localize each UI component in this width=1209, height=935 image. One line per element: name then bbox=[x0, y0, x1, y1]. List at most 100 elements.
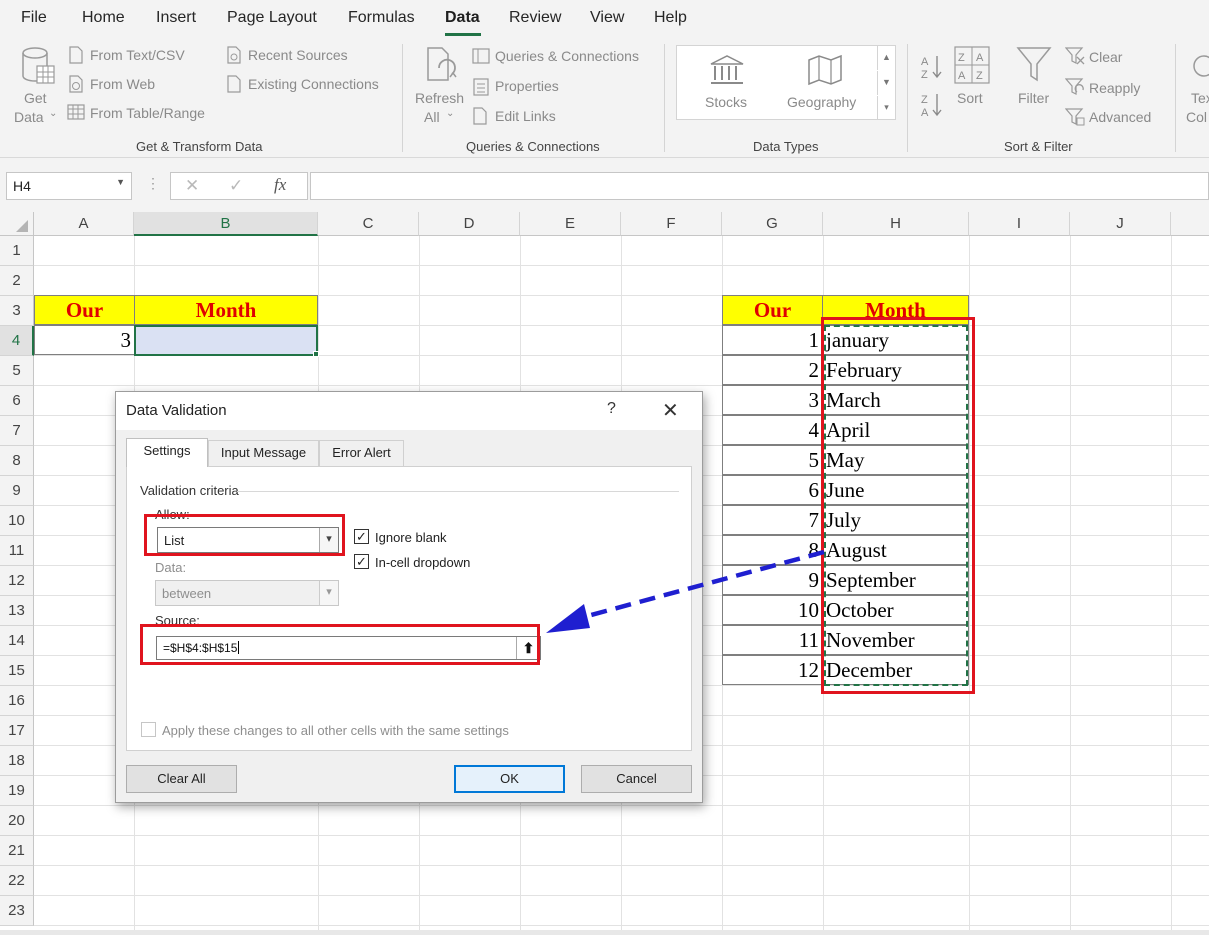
cell-a4-our[interactable]: 3 bbox=[34, 325, 135, 355]
cell-b4-selected[interactable] bbox=[134, 325, 318, 356]
row-header-13[interactable]: 13 bbox=[0, 596, 34, 626]
row-header-20[interactable]: 20 bbox=[0, 806, 34, 836]
column-header-d[interactable]: D bbox=[419, 212, 520, 236]
row-header-3[interactable]: 3 bbox=[0, 296, 34, 326]
annotation-highlight-source bbox=[140, 624, 540, 665]
from-table-range-button[interactable]: From Table/Range bbox=[90, 105, 205, 121]
help-icon[interactable]: ? bbox=[607, 400, 616, 418]
row-header-23[interactable]: 23 bbox=[0, 896, 34, 926]
from-text-csv-button[interactable]: From Text/CSV bbox=[90, 47, 185, 63]
table-row-our[interactable]: 6 bbox=[722, 475, 823, 505]
in-cell-dropdown-label: In-cell dropdown bbox=[375, 555, 471, 570]
row-header-7[interactable]: 7 bbox=[0, 416, 34, 446]
tab-error-alert[interactable]: Error Alert bbox=[319, 440, 404, 466]
row-header-4[interactable]: 4 bbox=[0, 326, 34, 356]
row-header-1[interactable]: 1 bbox=[0, 236, 34, 266]
select-all-corner[interactable] bbox=[0, 212, 34, 236]
filter-icon bbox=[1016, 47, 1052, 82]
recent-icon bbox=[227, 46, 241, 64]
clear-all-button[interactable]: Clear All bbox=[126, 765, 237, 793]
menu-review[interactable]: Review bbox=[509, 9, 561, 27]
properties-icon bbox=[473, 78, 489, 96]
clear-filter-button[interactable]: Clear bbox=[1089, 49, 1122, 65]
dialog-titlebar[interactable]: Data Validation ? ✕ bbox=[116, 392, 702, 430]
existing-connections-button[interactable]: Existing Connections bbox=[248, 76, 379, 92]
table-row-our[interactable]: 1 bbox=[722, 325, 823, 355]
column-header-b[interactable]: B bbox=[134, 212, 318, 236]
row-header-11[interactable]: 11 bbox=[0, 536, 34, 566]
menu-insert[interactable]: Insert bbox=[156, 9, 196, 27]
reapply-button[interactable]: Reapply bbox=[1089, 80, 1140, 96]
row-header-16[interactable]: 16 bbox=[0, 686, 34, 716]
table-row-our[interactable]: 2 bbox=[722, 355, 823, 385]
splitter-grip-icon[interactable]: ⋮ bbox=[146, 175, 160, 192]
enter-icon[interactable]: ✓ bbox=[229, 176, 243, 196]
ignore-blank-checkbox[interactable]: ✓ bbox=[354, 529, 369, 544]
row-header-12[interactable]: 12 bbox=[0, 566, 34, 596]
refresh-label-1: Refresh bbox=[415, 90, 465, 106]
row-header-9[interactable]: 9 bbox=[0, 476, 34, 506]
fill-handle[interactable] bbox=[313, 351, 319, 357]
tab-input-message[interactable]: Input Message bbox=[208, 440, 319, 466]
row-header-21[interactable]: 21 bbox=[0, 836, 34, 866]
queries-connections-button[interactable]: Queries & Connections bbox=[495, 48, 639, 64]
sort-az-icon[interactable]: A Z bbox=[920, 54, 944, 80]
apply-all-checkbox[interactable] bbox=[141, 722, 156, 737]
row-header-8[interactable]: 8 bbox=[0, 446, 34, 476]
column-header-i[interactable]: I bbox=[969, 212, 1070, 236]
menu-help[interactable]: Help bbox=[654, 9, 687, 27]
column-header-a[interactable]: A bbox=[34, 212, 134, 236]
cell-a3-header-our[interactable]: Our bbox=[34, 295, 135, 325]
in-cell-dropdown-checkbox[interactable]: ✓ bbox=[354, 554, 369, 569]
row-header-10[interactable]: 10 bbox=[0, 506, 34, 536]
properties-button[interactable]: Properties bbox=[495, 78, 559, 94]
cancel-icon[interactable]: ✕ bbox=[185, 176, 199, 196]
row-header-5[interactable]: 5 bbox=[0, 356, 34, 386]
table-row-our[interactable]: 3 bbox=[722, 385, 823, 415]
row-header-2[interactable]: 2 bbox=[0, 266, 34, 296]
column-header-h[interactable]: H bbox=[823, 212, 969, 236]
menu-page-layout[interactable]: Page Layout bbox=[227, 9, 317, 27]
table-row-our[interactable]: 5 bbox=[722, 445, 823, 475]
column-header-f[interactable]: F bbox=[621, 212, 722, 236]
chevron-down-icon[interactable]: ▼ bbox=[116, 177, 125, 187]
cell-g3-header-our[interactable]: Our bbox=[722, 295, 823, 325]
column-header-c[interactable]: C bbox=[318, 212, 419, 236]
row-header-18[interactable]: 18 bbox=[0, 746, 34, 776]
edit-links-button[interactable]: Edit Links bbox=[495, 108, 556, 124]
menu-data[interactable]: Data bbox=[445, 9, 480, 27]
row-header-14[interactable]: 14 bbox=[0, 626, 34, 656]
column-header-e[interactable]: E bbox=[520, 212, 621, 236]
menu-home[interactable]: Home bbox=[82, 9, 125, 27]
menu-view[interactable]: View bbox=[590, 9, 624, 27]
formula-input[interactable] bbox=[310, 172, 1209, 200]
gallery-expand[interactable]: ▾ bbox=[877, 96, 895, 120]
table-row-our[interactable]: 12 bbox=[722, 655, 823, 685]
row-header-15[interactable]: 15 bbox=[0, 656, 34, 686]
row-header-19[interactable]: 19 bbox=[0, 776, 34, 806]
cancel-button[interactable]: Cancel bbox=[581, 765, 692, 793]
annotation-arrow bbox=[546, 549, 825, 633]
row-header-6[interactable]: 6 bbox=[0, 386, 34, 416]
cell-b3-header-month[interactable]: Month bbox=[134, 295, 318, 325]
row-header-17[interactable]: 17 bbox=[0, 716, 34, 746]
column-header-g[interactable]: G bbox=[722, 212, 823, 236]
recent-sources-button[interactable]: Recent Sources bbox=[248, 47, 348, 63]
ok-button[interactable]: OK bbox=[454, 765, 565, 793]
close-icon[interactable]: ✕ bbox=[662, 398, 679, 423]
from-web-button[interactable]: From Web bbox=[90, 76, 155, 92]
menu-file[interactable]: File bbox=[21, 9, 47, 27]
filter-label: Filter bbox=[1018, 90, 1050, 106]
row-header-22[interactable]: 22 bbox=[0, 866, 34, 896]
sort-za-icon[interactable]: Z A bbox=[920, 92, 944, 118]
tab-settings[interactable]: Settings bbox=[126, 438, 208, 467]
advanced-filter-button[interactable]: Advanced bbox=[1089, 109, 1151, 125]
gallery-scroll-down[interactable]: ▼ bbox=[877, 71, 895, 95]
menu-formulas[interactable]: Formulas bbox=[348, 9, 415, 27]
table-row-our[interactable]: 4 bbox=[722, 415, 823, 445]
name-box[interactable]: H4 ▼ bbox=[6, 172, 132, 200]
gallery-scroll-up[interactable]: ▲ bbox=[877, 46, 895, 70]
table-row-our[interactable]: 7 bbox=[722, 505, 823, 535]
insert-function-icon[interactable]: fx bbox=[274, 175, 286, 195]
column-header-j[interactable]: J bbox=[1070, 212, 1171, 236]
